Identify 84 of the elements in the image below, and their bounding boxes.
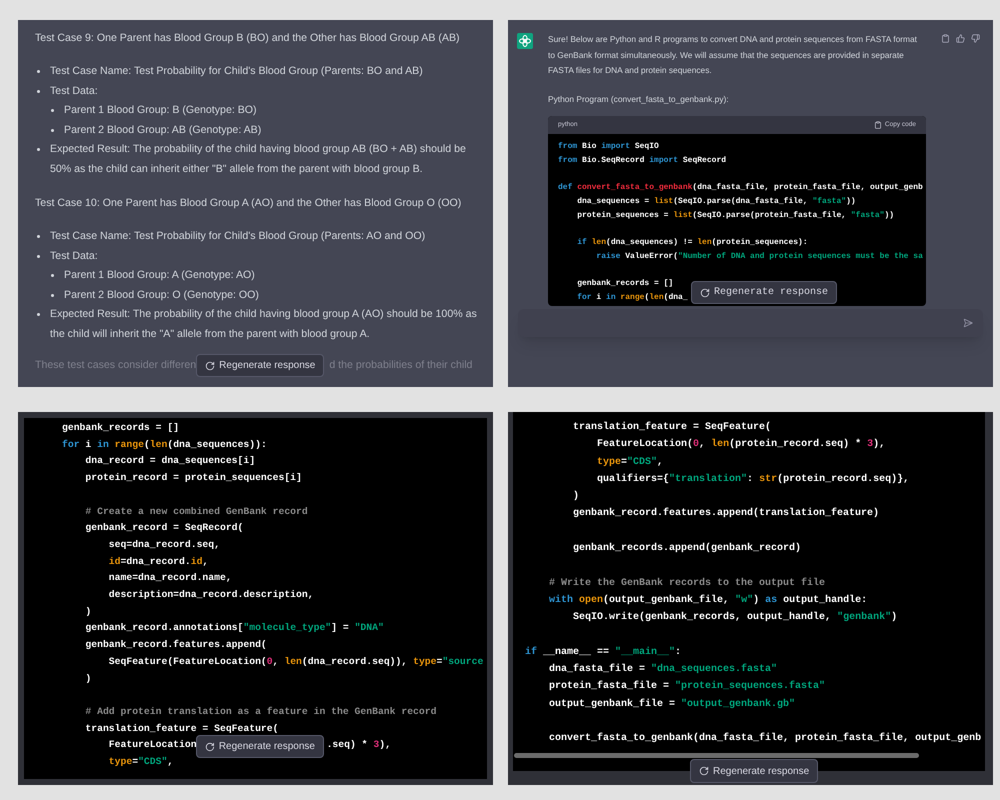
code-line: SeqFeature(FeatureLocation(0, len(dna_record.seq)), type="source (108, 654, 484, 669)
program-title: Python Program (convert_fasta_to_genbank.py): (548, 92, 730, 106)
thumbs-down-icon[interactable] (971, 34, 980, 43)
clipboard-icon (874, 121, 882, 129)
code-text: .seq) * 3), (326, 738, 391, 752)
code-line: # Add protein translation as a feature in the GenBank record (84, 704, 436, 719)
code-line: qualifiers={"translation": str(protein_record.seq)}, (596, 472, 910, 487)
bullet-icon (37, 254, 40, 258)
code-line: id=dna_record.id, (108, 554, 208, 569)
regenerate-button[interactable]: Regenerate response (196, 354, 324, 377)
code-line: genbank_records = [] (576, 278, 674, 290)
code-line: # Create a new combined GenBank record (84, 504, 308, 518)
code-line: if __name__ == "__main__": (525, 646, 682, 660)
regenerate-icon (205, 742, 215, 752)
regenerate-button[interactable]: Regenerate response (691, 281, 838, 304)
code-line: ) (84, 604, 92, 619)
code-line: name=dna_record.name, (108, 571, 232, 586)
code-line: description=dna_record.description, (108, 588, 314, 602)
list-item-text: Expected Result: The probability of the child having blood group A (AO) should be 100% as the child will inherit the "A" allele from the parent with blood group A. (50, 307, 478, 342)
code-line: genbank_records.append(genbank_record) (572, 542, 802, 556)
code-line: seq=dna_record.seq, (108, 538, 220, 552)
bullet-icon (37, 90, 40, 92)
regenerate-button[interactable]: Regenerate response (690, 759, 818, 783)
code-line: protein_record = protein_sequences[i] (84, 471, 302, 486)
code-line: from Bio.SeqRecord import SeqRecord (558, 154, 726, 167)
bullet-icon (37, 148, 40, 151)
avatar-icon (517, 33, 533, 49)
code-line: SeqIO.write(genbank_records, output_handle, "genbank") (572, 610, 898, 626)
code-line: translation_feature = SeqFeature( (572, 420, 772, 435)
code-line: translation_feature = SeqFeature( (84, 722, 278, 736)
thumbs-up-icon[interactable] (956, 34, 965, 43)
bullet-icon (51, 274, 54, 277)
code-line: for i in range(len(dna_ (576, 292, 688, 304)
list-item-text: Test Data: (50, 248, 98, 264)
code-line: genbank_record.features.append( (84, 638, 267, 652)
code-line: # Write the GenBank records to the output file (548, 576, 826, 591)
code-line: raise ValueError("Number of DNA and protein sequences must be the sa (595, 250, 923, 263)
list-item-text: Parent 1 Blood Group: B (Genotype: BO) (64, 103, 257, 118)
code-line: FeatureLocation(0, len(protein_record.seq) * 3), (596, 438, 886, 452)
regenerate-icon (205, 360, 216, 370)
bullet-icon (51, 128, 54, 132)
test-case-heading: Test Case 10: One Parent has Blood Group A (AO) and the Other has Blood Group O (OO) (35, 196, 462, 211)
faded-text: d the probabilities of their child (329, 358, 472, 373)
bullet-icon (37, 313, 40, 316)
code-line: ) (572, 490, 580, 504)
list-item-text: Test Case Name: Test Probability for Child's Blood Group (Parents: AO and OO) (50, 229, 426, 244)
code-line: with open(output_genbank_file, "w") as output_handle: (548, 594, 868, 608)
code-line: def convert_fasta_to_genbank(dna_fasta_file, protein_fasta_file, output_genb (558, 182, 923, 194)
answer-text: Sure! Below are Python and R programs to convert DNA and protein sequences from FASTA format to GenBank format simultaneously. We will assume that the sequences are provided in separate FASTA files for DNA and protein sequences. (548, 33, 918, 77)
code-line: ) (84, 672, 92, 686)
code-line: protein_fasta_file = "protein_sequences.fasta" (548, 680, 826, 694)
regenerate-button[interactable]: Regenerate response (196, 735, 324, 758)
code-line: dna_sequences = list(SeqIO.parse(dna_fasta_file, "fasta")) (576, 196, 856, 208)
list-item-text: Parent 2 Blood Group: O (Genotype: OO) (64, 288, 259, 302)
code-line: for i in range(len(dna_sequences)): (62, 438, 267, 452)
code-line: output_genbank_file = "output_genbank.gb" (548, 698, 796, 712)
list-item-text: Test Data: (50, 84, 98, 98)
clipboard-icon[interactable] (941, 34, 950, 43)
list-item-text: Expected Result: The probability of the child having blood group AB (BO + AB) should be 50% as the child can inherit either "B" allele from the parent with blood group B. (50, 142, 467, 176)
code-line: genbank_records = [] (62, 421, 180, 435)
code-line: genbank_record.annotations["molecule_type"] = "DNA" (84, 621, 384, 636)
code-line: if len(dna_sequences) != len(protein_sequences): (576, 236, 808, 249)
code-line: type="CDS", (108, 755, 174, 770)
test-case-heading: Test Case 9: One Parent has Blood Group B (BO) and the Other has Blood Group AB (AB) (35, 31, 461, 46)
regenerate-icon (700, 288, 710, 298)
code-line: type="CDS", (596, 456, 664, 470)
code-line: dna_fasta_file = "dna_sequences.fasta" (548, 662, 778, 678)
code-line: genbank_record = SeqRecord( (84, 521, 244, 536)
code-line: protein_sequences = list(SeqIO.parse(protein_fasta_file, "fasta")) (576, 210, 894, 222)
bullet-icon (51, 109, 54, 112)
code-line: from Bio import SeqIO (558, 141, 659, 153)
regenerate-icon (699, 766, 709, 776)
bullet-icon (37, 70, 40, 73)
code-line: genbank_record.features.append(translation_feature) (572, 506, 880, 522)
code-line: convert_fasta_to_genbank(dna_fasta_file, protein_fasta_file, output_genb (548, 732, 982, 746)
faded-text: These test cases consider differen (35, 358, 196, 373)
list-item-text: Parent 2 Blood Group: AB (Genotype: AB) (64, 122, 262, 138)
list-item-text: Test Case Name: Test Probability for Child's Blood Group (Parents: BO and AB) (50, 64, 423, 79)
bullet-icon (51, 294, 54, 296)
send-icon[interactable] (963, 318, 973, 328)
list-item-text: Parent 1 Blood Group: A (Genotype: AO) (64, 268, 255, 283)
code-text: FeatureLocation (108, 738, 197, 752)
code-line: dna_record = dna_sequences[i] (84, 454, 256, 468)
bullet-icon (37, 235, 40, 238)
